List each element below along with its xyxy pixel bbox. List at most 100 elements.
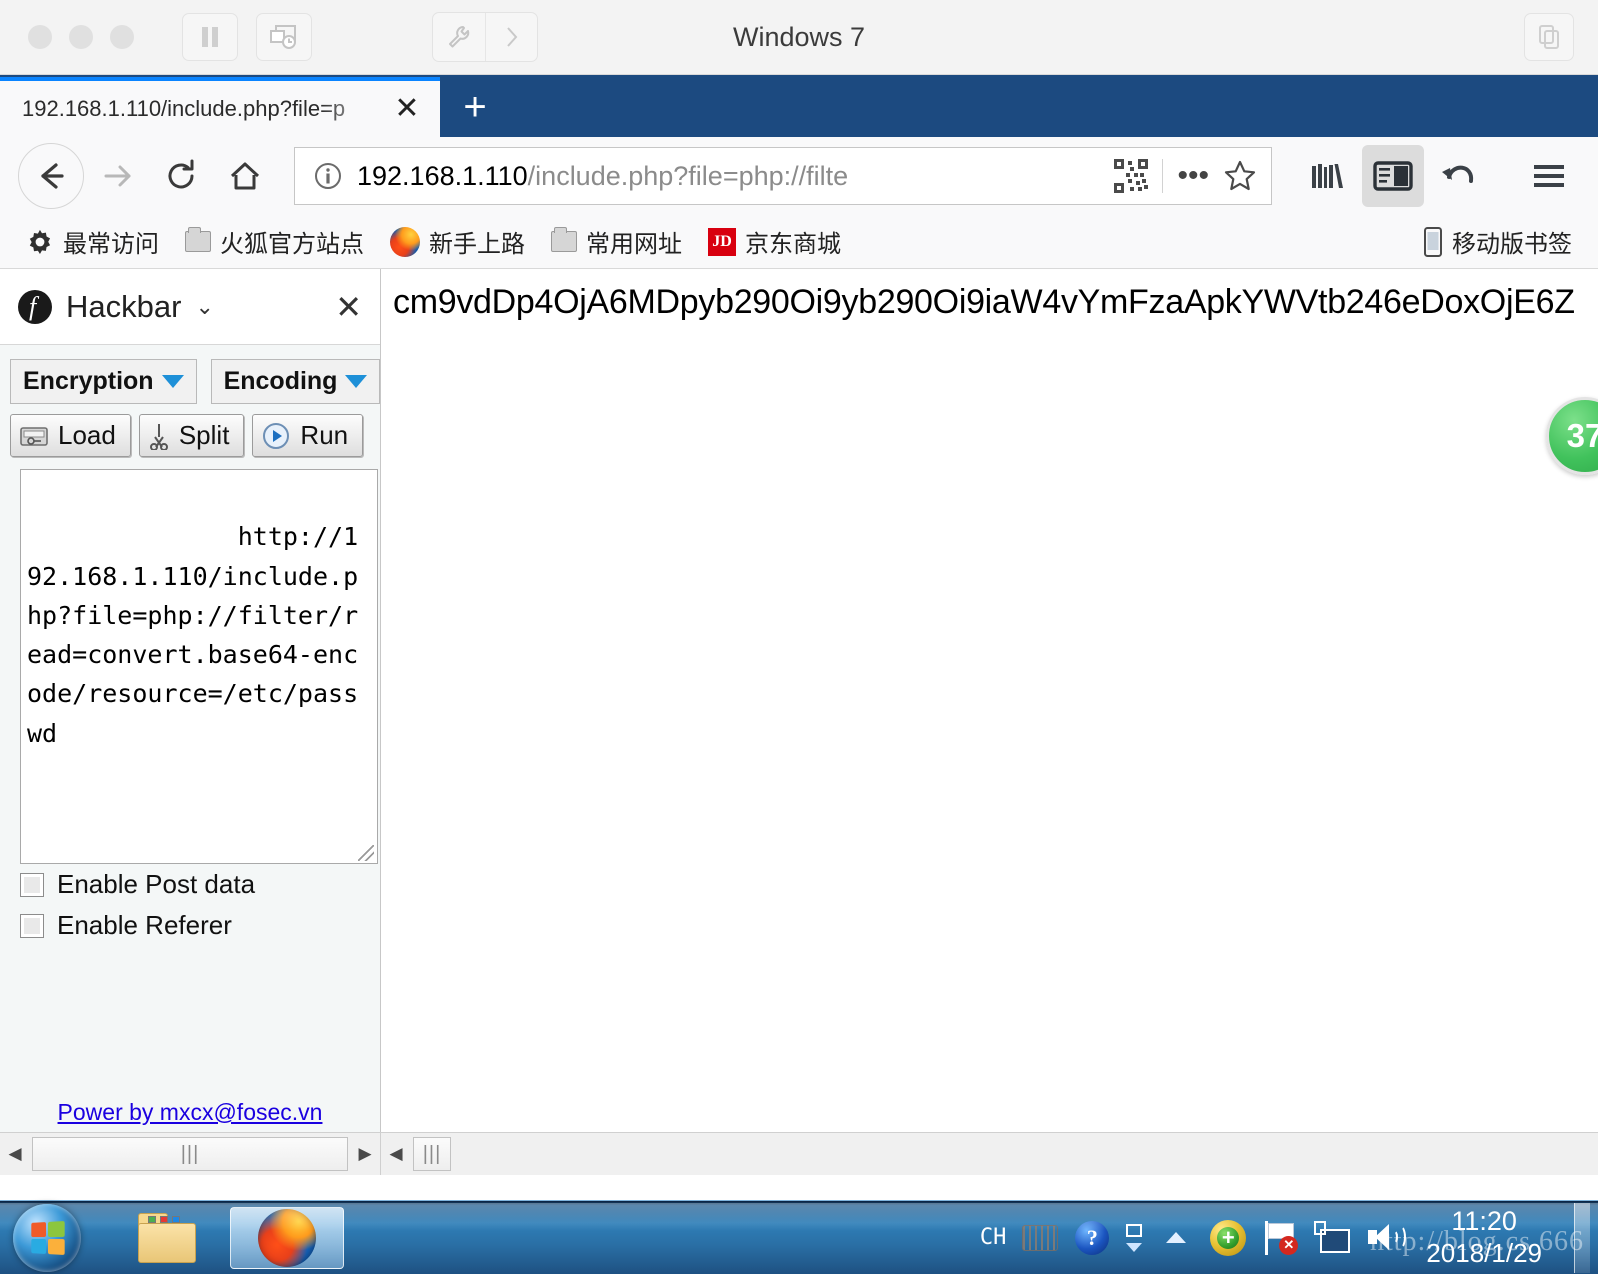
security-shield-icon[interactable] [1210, 1219, 1247, 1256]
bookmark-most-visited[interactable]: 最常访问 [16, 220, 169, 263]
adblock-counter-badge[interactable]: 37 [1546, 397, 1598, 475]
volume-icon[interactable] [1366, 1220, 1407, 1256]
hackbar-credit-link[interactable]: Power by mxcx@fosec.vn [58, 1099, 323, 1125]
pause-vm-button[interactable] [182, 13, 238, 61]
hackbar-footer: Power by mxcx@fosec.vn [0, 1099, 380, 1126]
sidebar-icon [1373, 161, 1413, 191]
enable-post-data-label: Enable Post data [57, 869, 256, 899]
address-bar[interactable]: 192.168.1.110/include.php?file=php://fil… [294, 147, 1272, 205]
windows7-desktop: 192.168.1.110/include.php?file=p ✕ + 192… [0, 75, 1598, 1274]
taskbar-item-explorer[interactable] [110, 1207, 224, 1269]
library-button[interactable] [1296, 145, 1358, 207]
page-actions-button[interactable]: ••• [1177, 161, 1209, 191]
bookmark-star-icon[interactable] [1223, 159, 1257, 193]
tab-close-button[interactable]: ✕ [386, 88, 428, 130]
split-button-label: Split [178, 420, 230, 450]
textarea-resize-grip[interactable] [358, 845, 374, 861]
help-icon[interactable]: ? [1074, 1220, 1110, 1256]
forward-button[interactable] [86, 145, 148, 207]
hackbar-header: Hackbar ⌄ ✕ [0, 269, 380, 345]
scroll-right-arrow-icon[interactable]: ▶ [350, 1134, 380, 1174]
undo-arrow-icon [1442, 165, 1474, 183]
mobile-icon [1424, 226, 1442, 257]
chevron-down-icon[interactable]: ⌄ [195, 294, 213, 320]
sidebar-horizontal-scrollbar[interactable]: ◀ ||| ▶ [0, 1133, 381, 1175]
sidebar-toggle-button[interactable] [1362, 145, 1424, 207]
ime-indicator[interactable]: CH [980, 1225, 1007, 1250]
bookmark-label: 常用网址 [586, 231, 682, 258]
hackbar-dropdown-row: Encryption Encoding [10, 359, 381, 404]
restore-session-button[interactable] [1428, 145, 1490, 207]
keyboard-icon[interactable] [1022, 1220, 1059, 1256]
vm-unity-button[interactable] [1524, 13, 1574, 61]
bookmark-label: 移动版书签 [1452, 231, 1572, 258]
enable-referer-checkbox[interactable] [20, 913, 44, 938]
split-button[interactable]: Split [138, 414, 245, 457]
enable-referer-label: Enable Referer [57, 910, 232, 940]
windows-flag-icon [31, 1220, 65, 1255]
vm-expand-button[interactable] [485, 13, 537, 61]
enable-post-data-checkbox[interactable] [20, 872, 44, 897]
site-info-icon[interactable] [313, 161, 343, 191]
bookmark-mobile-folder[interactable]: 移动版书签 [1413, 220, 1582, 263]
enable-referer-row[interactable]: Enable Referer [10, 905, 370, 946]
encoding-dropdown[interactable]: Encoding [210, 359, 381, 404]
firefox-icon [258, 1208, 316, 1267]
qr-code-icon[interactable] [1114, 159, 1149, 193]
new-tab-button[interactable]: + [440, 77, 510, 137]
hamburger-menu-icon [1534, 165, 1564, 187]
bookmark-firefox-official[interactable]: 火狐官方站点 [175, 220, 374, 263]
taskbar-clock[interactable]: 11:20 2018/1/29 [1418, 1206, 1554, 1269]
bookmark-jd[interactable]: JD 京东商城 [698, 220, 851, 263]
app-menu-button[interactable] [1518, 145, 1580, 207]
scroll-left-arrow-icon[interactable]: ◀ [381, 1134, 411, 1174]
enable-post-data-row[interactable]: Enable Post data [10, 864, 370, 905]
minimize-window-button[interactable] [69, 25, 93, 49]
network-tray-icon[interactable] [1126, 1223, 1143, 1252]
show-desktop-button[interactable] [1574, 1202, 1590, 1273]
encryption-dropdown[interactable]: Encryption [10, 359, 197, 404]
tab-strip: 192.168.1.110/include.php?file=p ✕ + [0, 75, 1598, 137]
bookmark-getting-started[interactable]: 新手上路 [380, 220, 535, 263]
show-hidden-icons-button[interactable] [1158, 1220, 1194, 1256]
sidebar-close-button[interactable]: ✕ [335, 288, 362, 326]
snapshot-vm-button[interactable] [256, 13, 312, 61]
home-button[interactable] [214, 145, 276, 207]
zoom-window-button[interactable] [110, 25, 134, 49]
sidebar-scroll-thumb[interactable]: ||| [32, 1137, 348, 1171]
action-center-flag-icon[interactable]: ✕ [1262, 1220, 1299, 1256]
bookmark-label: 京东商城 [745, 231, 841, 258]
network-monitor-icon[interactable] [1314, 1220, 1351, 1256]
taskbar-item-firefox[interactable] [230, 1206, 344, 1269]
back-button[interactable] [18, 143, 84, 209]
firefox-window: 192.168.1.110/include.php?file=p ✕ + 192… [0, 75, 1598, 1200]
page-scroll-thumb[interactable]: ||| [413, 1137, 451, 1171]
hackbar-sidebar: Hackbar ⌄ ✕ Encryption Encoding [0, 269, 381, 1132]
browser-content-area: Hackbar ⌄ ✕ Encryption Encoding [0, 269, 1598, 1132]
run-button[interactable]: Run [252, 414, 364, 457]
toolbar-right-buttons [1296, 145, 1580, 207]
page-horizontal-scrollbar[interactable]: ◀ ||| [381, 1133, 1598, 1175]
pause-icon [202, 27, 218, 47]
vm-window-titlebar [0, 0, 1598, 75]
back-arrow-icon [41, 163, 64, 189]
urlbar-separator [1162, 159, 1164, 193]
macos-traffic-lights[interactable] [28, 25, 134, 49]
close-window-button[interactable] [28, 25, 52, 49]
url-input[interactable]: 192.168.1.110/include.php?file=php://fil… [357, 161, 1100, 192]
hackbar-url-textarea[interactable]: http://192.168.1.110/include.php?file=ph… [20, 469, 378, 864]
scroll-left-arrow-icon[interactable]: ◀ [0, 1134, 30, 1174]
bookmark-common-sites[interactable]: 常用网址 [541, 220, 692, 263]
jd-icon: JD [708, 227, 736, 256]
vm-tools-button[interactable] [433, 13, 485, 61]
bookmarks-toolbar: 最常访问 火狐官方站点 新手上路 常用网址 JD 京东商城 移动版书签 [0, 215, 1598, 269]
clock-time: 11:20 [1451, 1206, 1517, 1237]
browser-tab-active[interactable]: 192.168.1.110/include.php?file=p ✕ [0, 77, 440, 137]
firefox-icon [390, 226, 420, 257]
load-button[interactable]: Load [10, 414, 131, 457]
windows-taskbar: CH ? ✕ 11:20 2018/1/2 [0, 1200, 1598, 1274]
web-page-viewport: cm9vdDp4OjA6MDpyb290Oi9yb290Oi9iaW4vYmFz… [381, 269, 1598, 1132]
reload-button[interactable] [150, 145, 212, 207]
scroll-thumb-grip: ||| [180, 1142, 200, 1165]
start-button[interactable] [6, 1202, 88, 1274]
